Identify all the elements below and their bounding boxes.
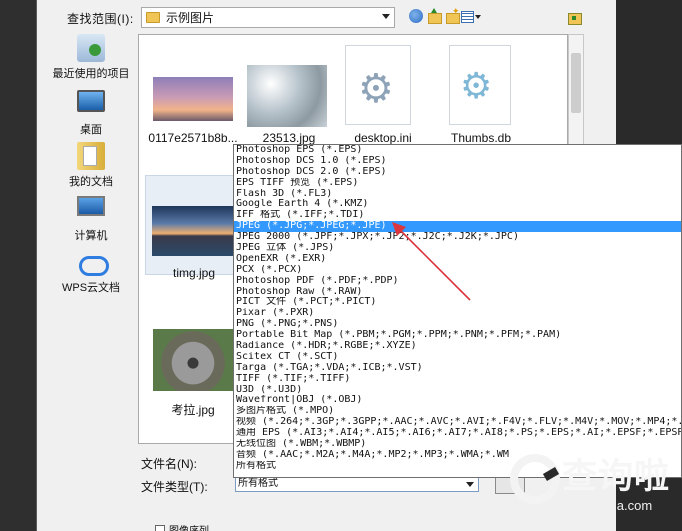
filetype-option[interactable]: Portable Bit Map (*.PBM;*.PGM;*.PPM;*.PN… — [234, 330, 681, 341]
look-in-dropdown[interactable]: 示例图片 — [141, 7, 395, 28]
image-thumbnail — [152, 206, 234, 256]
watermark-domain: chaxunla.com — [572, 498, 653, 513]
file-name: 考拉.jpg — [171, 403, 215, 417]
file-name: timg.jpg — [172, 266, 216, 280]
filetype-option[interactable]: PICT 文件 (*.PCT;*.PICT) — [234, 297, 681, 308]
filetype-dropdown-list: Photoshop EPS (*.EPS) Photoshop DCS 1.0 (… — [233, 144, 682, 478]
filetype-option[interactable]: TIFF (*.TIF;*.TIFF) — [234, 374, 681, 385]
filetype-option[interactable]: EPS TIFF 预览 (*.EPS) — [234, 178, 681, 189]
filetype-option[interactable]: Scitex CT (*.SCT) — [234, 352, 681, 363]
place-label: WPS云文档 — [61, 282, 121, 294]
cloud-icon — [77, 248, 109, 276]
filetype-option[interactable]: Photoshop DCS 2.0 (*.EPS) — [234, 167, 681, 178]
filetype-option[interactable]: Google Earth 4 (*.KMZ) — [234, 199, 681, 210]
place-recent[interactable]: 最近使用的项目 — [47, 34, 135, 86]
background-left — [0, 0, 36, 531]
filetype-option[interactable]: PCX (*.PCX) — [234, 265, 681, 276]
filetype-select[interactable]: 所有格式 — [235, 476, 479, 492]
filetype-option[interactable]: U3D (*.U3D) — [234, 385, 681, 396]
image-sequence-option[interactable]: 图像序列 — [155, 522, 209, 531]
place-label: 最近使用的项目 — [52, 68, 130, 80]
watermark-brand: 查询啦 — [562, 457, 671, 497]
place-wps-cloud[interactable]: WPS云文档 — [47, 248, 135, 300]
documents-icon — [77, 142, 105, 170]
filetype-option[interactable]: Targa (*.TGA;*.VDA;*.ICB;*.VST) — [234, 363, 681, 374]
filetype-option[interactable]: Radiance (*.HDR;*.RGBE;*.XYZE) — [234, 341, 681, 352]
filetype-option[interactable]: OpenEXR (*.EXR) — [234, 254, 681, 265]
chevron-down-icon — [466, 482, 474, 487]
filetype-option[interactable]: Wavefront|OBJ (*.OBJ) — [234, 395, 681, 406]
recent-items-icon — [77, 34, 105, 62]
filetype-option[interactable]: Photoshop PDF (*.PDF;*.PDP) — [234, 276, 681, 287]
file-item[interactable]: timg.jpg — [145, 175, 241, 280]
place-label: 桌面 — [80, 124, 102, 136]
computer-icon — [77, 196, 105, 216]
filetype-option[interactable]: 通用 EPS (*.AI3;*.AI4;*.AI5;*.AI6;*.AI7;*.… — [234, 428, 681, 439]
file-name: 23513.jpg — [262, 131, 316, 145]
up-folder-icon[interactable] — [427, 8, 442, 24]
folder-options-icon[interactable] — [568, 11, 582, 25]
filetype-option[interactable]: JPEG 2000 (*.JPF;*.JPX;*.JP2;*.J2C;*.J2K… — [234, 232, 681, 243]
look-in-label: 查找范围(I): — [67, 12, 134, 26]
settings-file-icon — [449, 45, 511, 125]
filetype-option[interactable]: JPEG (*.JPG;*.JPEG;*.JPE) — [234, 221, 681, 233]
back-icon[interactable] — [409, 9, 423, 23]
filetype-label: 文件类型(T): — [141, 480, 208, 494]
filetype-option[interactable]: 多图片格式 (*.MPO) — [234, 406, 681, 417]
image-sequence-label: 图像序列 — [169, 522, 209, 531]
place-computer[interactable]: 计算机 — [47, 196, 135, 248]
folder-icon — [146, 12, 160, 23]
place-label: 我的文档 — [69, 176, 113, 188]
filetype-option[interactable]: 视频 (*.264;*.3GP;*.3GPP;*.AAC;*.AVC;*.AVI… — [234, 417, 681, 428]
watermark-logo: 查询啦 chaxunla.com — [506, 448, 682, 531]
settings-file-icon — [345, 45, 411, 125]
filetype-option[interactable]: Flash 3D (*.FL3) — [234, 189, 681, 200]
place-label: 计算机 — [74, 230, 108, 242]
place-desktop[interactable]: 桌面 — [47, 90, 135, 142]
place-documents[interactable]: 我的文档 — [47, 142, 135, 194]
file-name: Thumbs.db — [450, 131, 512, 145]
filetype-option[interactable]: Photoshop Raw (*.RAW) — [234, 287, 681, 298]
search-icon — [510, 454, 560, 504]
file-item[interactable]: 考拉.jpg — [145, 321, 241, 421]
look-in-value: 示例图片 — [166, 11, 215, 25]
file-item[interactable]: 0117e2571b8b... — [145, 71, 241, 171]
view-menu-icon[interactable] — [461, 9, 481, 23]
filename-label: 文件名(N): — [141, 457, 197, 471]
filetype-value: 所有格式 — [238, 478, 278, 489]
filetype-option[interactable]: Pixar (*.PXR) — [234, 308, 681, 319]
desktop-icon — [77, 90, 105, 112]
filetype-option[interactable]: IFF 格式 (*.IFF;*.TDI) — [234, 210, 681, 221]
filetype-option[interactable]: Photoshop DCS 1.0 (*.EPS) — [234, 156, 681, 167]
file-name: desktop.ini — [354, 131, 412, 145]
scrollbar-thumb[interactable] — [571, 53, 581, 113]
chevron-down-icon — [382, 14, 390, 19]
image-thumbnail — [153, 329, 233, 391]
image-thumbnail — [153, 77, 233, 121]
filetype-option[interactable]: Photoshop EPS (*.EPS) — [234, 145, 681, 156]
image-sequence-checkbox[interactable] — [155, 524, 165, 531]
filetype-option[interactable]: PNG (*.PNG;*.PNS) — [234, 319, 681, 330]
new-folder-icon[interactable] — [445, 6, 460, 24]
file-name: 0117e2571b8b... — [148, 131, 238, 145]
image-thumbnail — [247, 65, 327, 127]
filetype-option[interactable]: JPEG 立体 (*.JPS) — [234, 243, 681, 254]
